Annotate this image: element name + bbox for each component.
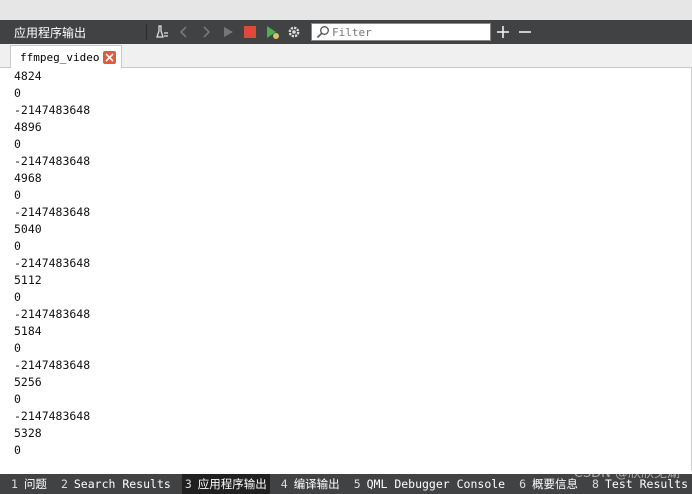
zoom-out-icon[interactable] (515, 22, 535, 42)
output-line: 0 (14, 188, 21, 202)
output-line: -2147483648 (14, 256, 91, 270)
output-line: 0 (14, 86, 21, 100)
close-icon[interactable] (103, 50, 117, 64)
search-icon (316, 26, 329, 39)
run-icon[interactable] (218, 22, 238, 42)
tab-ffmpeg-video[interactable]: ffmpeg_video (10, 45, 122, 68)
pane-button-qml-debugger-console[interactable]: 5 QML Debugger Console (351, 474, 508, 494)
pane-label: Search Results (73, 477, 171, 491)
output-line: 4896 (14, 120, 42, 134)
output-line: 0 (14, 392, 21, 406)
window-top-strip (0, 0, 692, 20)
output-line: 4968 (14, 171, 42, 185)
pane-number: 8 (592, 477, 599, 491)
pane-button-search-results[interactable]: 2 Search Results (58, 474, 174, 494)
previous-icon[interactable] (174, 22, 194, 42)
output-line: 5040 (14, 222, 42, 236)
output-toolbar: 应用程序输出 (0, 20, 692, 44)
output-pane-bar: 1 问题 2 Search Results 3 应用程序输出 4 编译输出 5 … (0, 474, 692, 494)
pane-label: 概要信息 (532, 477, 579, 491)
application-output-area[interactable]: 4824 0 -2147483648 4896 0 -2147483648 49… (0, 68, 692, 470)
pane-button-test-results[interactable]: 8 Test Results (589, 474, 691, 494)
output-line: 0 (14, 239, 21, 253)
toolbar-separator (146, 24, 147, 40)
pane-title: 应用程序输出 (14, 25, 87, 40)
pane-button-general-messages[interactable]: 6 概要信息 (516, 474, 581, 494)
pane-number: 4 (280, 477, 288, 491)
pane-number: 1 (11, 477, 18, 491)
filter-input[interactable] (332, 25, 482, 39)
zoom-in-icon[interactable] (493, 22, 513, 42)
stop-icon[interactable] (240, 22, 260, 42)
output-line: 0 (14, 290, 21, 304)
pane-number: 2 (60, 477, 68, 491)
pane-label: Test Results (604, 477, 689, 491)
pane-button-compile-output[interactable]: 4 编译输出 (278, 474, 343, 494)
output-line: -2147483648 (14, 358, 91, 372)
output-line: -2147483648 (14, 307, 91, 321)
filter-field[interactable] (311, 23, 491, 41)
pane-label: 编译输出 (293, 477, 340, 491)
pane-button-application-output[interactable]: 3 应用程序输出 (181, 474, 270, 494)
output-line: -2147483648 (14, 409, 91, 423)
output-line: 5112 (14, 273, 42, 287)
settings-icon[interactable] (284, 22, 304, 42)
clean-output-icon[interactable] (152, 22, 172, 42)
pane-label: 问题 (23, 477, 47, 491)
output-line: 0 (14, 341, 21, 355)
output-line: 0 (14, 443, 21, 457)
output-line: 5184 (14, 324, 42, 338)
output-line: 5256 (14, 375, 42, 389)
output-line: -2147483648 (14, 205, 91, 219)
pane-number: 5 (353, 477, 361, 491)
pane-label: QML Debugger Console (366, 477, 506, 491)
output-line: 0 (14, 137, 21, 151)
pane-label: 应用程序输出 (197, 477, 267, 491)
output-line: 4824 (14, 69, 42, 83)
output-line: 5328 (14, 426, 42, 440)
output-line: -2147483648 (14, 154, 91, 168)
next-icon[interactable] (196, 22, 216, 42)
output-line: -2147483648 (14, 103, 91, 117)
debug-run-icon[interactable] (262, 22, 282, 42)
pane-number: 3 (184, 477, 192, 491)
tab-label: ffmpeg_video (20, 50, 100, 64)
pane-button-issues[interactable]: 1 问题 (8, 474, 50, 494)
pane-number: 6 (519, 477, 527, 491)
output-tab-bar: ffmpeg_video (0, 44, 692, 68)
